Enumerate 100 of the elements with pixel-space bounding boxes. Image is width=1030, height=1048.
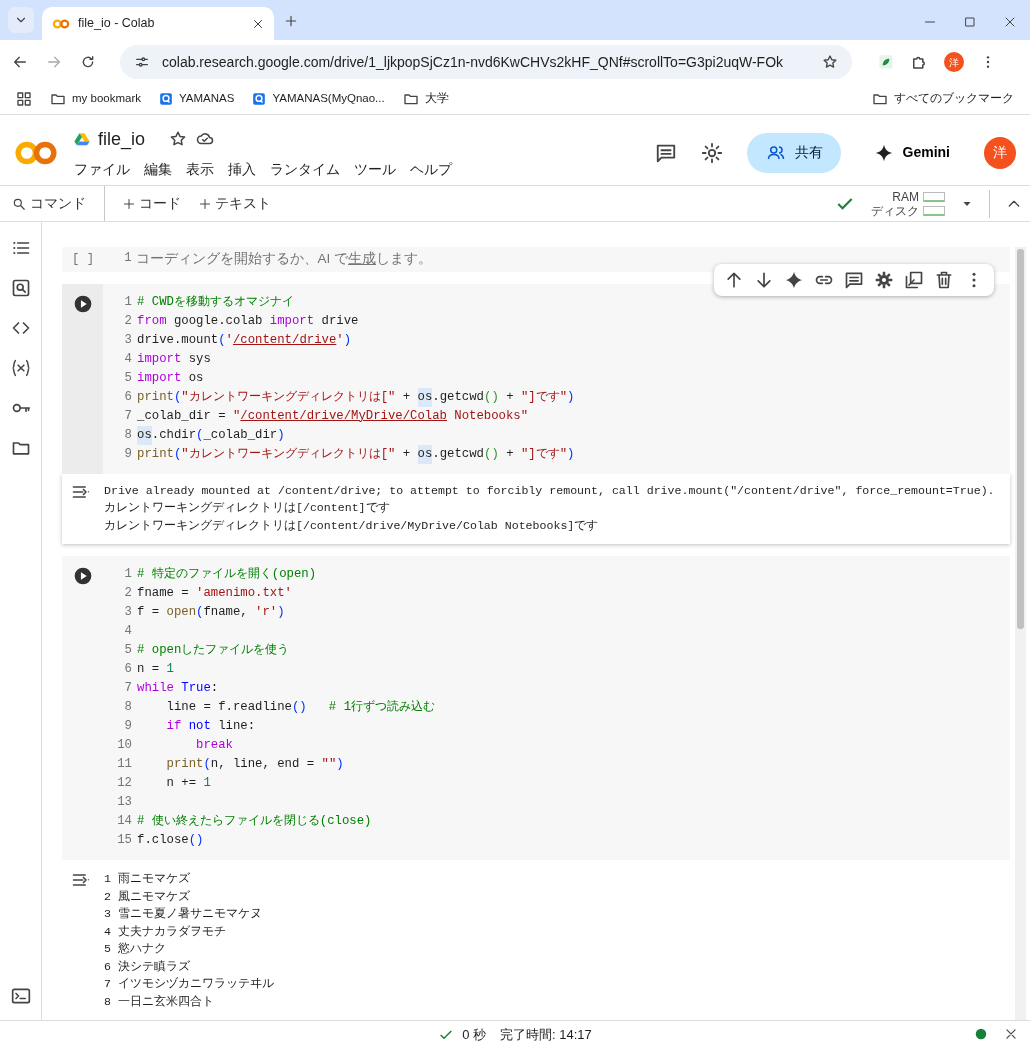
code-line: # CWDを移動するオマジナイ — [137, 293, 294, 311]
close-icon[interactable] — [1004, 1027, 1018, 1041]
search-icon — [12, 196, 26, 211]
gemini-button[interactable]: Gemini — [864, 142, 960, 163]
code-line: n = 1 — [137, 661, 174, 678]
code-line: print("カレントワーキングディレクトリは[" + os.getcwd() + "]です") — [137, 387, 575, 407]
code-line: if not line: — [165, 718, 256, 735]
line-number: 8 — [123, 699, 133, 716]
output-line: 1 雨ニモマケズ — [104, 871, 191, 887]
back-icon[interactable] — [12, 54, 28, 70]
extension-leaf-icon[interactable] — [878, 54, 894, 70]
address-bar[interactable]: colab.research.google.com/drive/1_ljkpopSjCz1n-nvd6KwCHVs2kHF_QNf#scrollTo=G3pi2uqW-FOk — [120, 45, 852, 79]
output-line: 6 決シテ瞋ラズ — [104, 958, 191, 975]
close-icon[interactable] — [1004, 16, 1016, 28]
code-line: drive.mount('/content/drive') — [137, 331, 352, 349]
output-line: 2 風ニモマケズ — [104, 888, 191, 905]
code-line: _colab_dir = "/content/drive/MyDrive/Colab Notebooks" — [137, 407, 529, 425]
code-line: print("カレントワーキングディレクトリは[" + os.getcwd() + "]です") — [137, 444, 575, 464]
bookmark-item[interactable]: YAMANAS — [159, 90, 235, 108]
notebook-title[interactable]: file_io — [98, 125, 146, 153]
delete-icon[interactable] — [934, 269, 954, 290]
line-number: 2 — [123, 312, 133, 330]
plus-icon — [284, 14, 298, 29]
browser-tab[interactable]: file_io - Colab — [42, 7, 274, 40]
mirror-cell-icon[interactable] — [904, 269, 924, 290]
menu-item[interactable]: ランタイム — [270, 158, 340, 180]
cell-bracket: [ ] — [72, 251, 95, 269]
line-number: 5 — [123, 642, 133, 659]
bookmark-item[interactable]: 大学 — [402, 90, 449, 108]
line-number: 1 — [124, 250, 132, 268]
menu-item[interactable]: ファイル — [74, 158, 130, 180]
line-number: 1 — [123, 566, 133, 583]
bookmark-star-icon[interactable] — [822, 54, 838, 70]
folder-icon — [872, 91, 888, 107]
code-line: # 特定のファイルを開く(open) — [137, 566, 317, 583]
bookmark-item[interactable]: YAMANAS(MyQnao... — [252, 90, 385, 108]
code-line: n += 1 — [165, 775, 211, 792]
line-number: 14 — [116, 813, 133, 830]
line-number: 2 — [123, 585, 133, 602]
reload-icon[interactable] — [80, 54, 96, 70]
add-code-button[interactable]: コード — [119, 191, 185, 216]
code-line: f.close() — [137, 832, 204, 849]
folder-icon — [50, 91, 66, 107]
site-settings-icon[interactable] — [134, 54, 150, 70]
output-line: Drive already mounted at /content/drive; to attempt to forcibly remount, call drive.mount("/content/drive", force_remount=True). — [104, 482, 995, 499]
run-button[interactable] — [72, 293, 93, 314]
plus-icon — [123, 197, 135, 210]
status-dot-icon — [974, 1027, 988, 1041]
code-line: from google.colab import drive — [137, 312, 359, 330]
output-line: カレントワーキングディレクトリは[/content]です — [104, 500, 391, 516]
completion-time: 完了時間: 14:17 — [500, 1025, 592, 1044]
colab-logo-icon — [52, 17, 70, 30]
share-button[interactable]: 共有 — [746, 132, 841, 173]
code-cell[interactable] — [62, 283, 1010, 474]
line-number: 9 — [123, 445, 133, 463]
output-line: 3 雪ニモ夏ノ暑サニモマケヌ — [104, 906, 263, 922]
line-number: 1 — [123, 293, 133, 311]
menu-item[interactable]: 表示 — [186, 158, 214, 180]
code-line: # openしたファイルを使う — [137, 642, 290, 659]
empty-code-cell[interactable]: [ ] 1 コーディングを開始するか、AI で生成します。 — [62, 247, 1010, 272]
code-cell[interactable] — [62, 556, 1010, 860]
find-icon[interactable] — [10, 278, 31, 298]
folder-icon — [402, 91, 419, 107]
line-number: 7 — [123, 680, 133, 697]
output-line: 5 慾ハナク — [104, 941, 167, 957]
line-number: 15 — [116, 832, 133, 849]
url-text: colab.research.google.com/drive/1_ljkpopSjCz1n-nvd6KwCHVs2kHF_QNf#scrollTo=G3pi2uqW-FOk — [162, 52, 785, 72]
menu-item[interactable]: 編集 — [144, 158, 172, 180]
line-number: 6 — [123, 661, 133, 678]
line-number: 8 — [123, 426, 133, 444]
line-number: 10 — [116, 737, 133, 754]
code-line: break — [195, 737, 233, 754]
add-text-button[interactable]: テキスト — [195, 191, 275, 216]
output-line: 7 イツモシヅカニワラッテヰル — [104, 976, 274, 992]
code-line: fname = 'amenimo.txt' — [137, 585, 292, 602]
terminal-icon[interactable] — [10, 986, 31, 1006]
all-bookmarks[interactable]: すべてのブックマーク — [872, 90, 1014, 108]
apps-grid-icon[interactable] — [16, 91, 32, 107]
menu-item[interactable]: 挿入 — [228, 158, 256, 180]
star-icon[interactable] — [169, 130, 188, 148]
menu-item[interactable]: ヘルプ — [410, 158, 452, 180]
run-button[interactable] — [72, 566, 93, 586]
code-line: line = f.readline() # 1行ずつ読み込む — [165, 699, 435, 716]
bookmark-item[interactable]: my bookmark — [50, 90, 142, 108]
line-number: 3 — [123, 331, 133, 349]
line-number: 6 — [123, 388, 133, 406]
sparkle-icon — [874, 143, 893, 162]
resource-meter[interactable]: RAM ディスク — [871, 189, 945, 218]
generate-link[interactable]: 生成 — [348, 251, 377, 267]
tab-title: file_io - Colab — [78, 15, 156, 33]
scrollbar[interactable] — [1015, 247, 1026, 1020]
maximize-icon[interactable] — [964, 16, 976, 28]
menu-item[interactable]: ツール — [354, 158, 396, 180]
line-number: 11 — [116, 756, 133, 773]
line-number: 7 — [123, 407, 133, 425]
line-number: 13 — [116, 794, 133, 811]
drive-icon — [74, 132, 90, 146]
close-icon[interactable] — [252, 17, 264, 30]
command-button[interactable]: コマンド — [8, 191, 90, 216]
code-line: f = open(fname, 'r') — [137, 604, 285, 621]
